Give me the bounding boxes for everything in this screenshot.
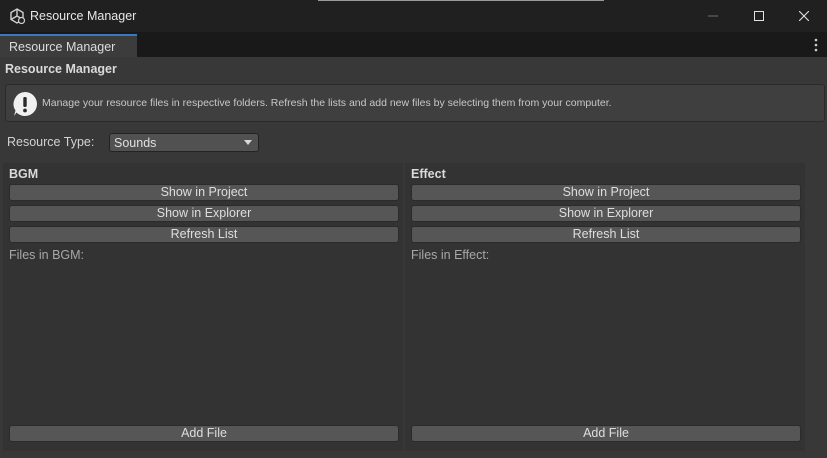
- bgm-panel: BGM Show in Project Show in Explorer Ref…: [3, 163, 403, 451]
- title-bar-divider: [318, 0, 604, 1]
- minimize-icon: [708, 15, 718, 17]
- title-bar: Resource Manager: [0, 0, 827, 32]
- maximize-button[interactable]: [736, 0, 782, 32]
- tab-resource-manager[interactable]: Resource Manager: [0, 34, 137, 57]
- tab-label: Resource Manager: [9, 40, 116, 54]
- help-message: Manage your resource files in respective…: [42, 97, 612, 109]
- window-title: Resource Manager: [30, 9, 137, 23]
- show-in-project-button[interactable]: Show in Project: [9, 184, 399, 201]
- show-in-explorer-button[interactable]: Show in Explorer: [411, 205, 801, 222]
- panel-title: Effect: [411, 167, 446, 181]
- panel-title: BGM: [9, 167, 39, 181]
- effect-panel: Effect Show in Project Show in Explorer …: [405, 163, 805, 451]
- dropdown-arrow-icon: [244, 140, 252, 145]
- unity-logo-icon: [10, 8, 25, 24]
- files-label: Files in BGM:: [9, 248, 85, 262]
- close-button[interactable]: [781, 0, 827, 32]
- resource-type-value: Sounds: [114, 136, 157, 150]
- tab-strip: Resource Manager: [0, 32, 827, 57]
- maximize-icon: [754, 11, 764, 21]
- show-in-project-button[interactable]: Show in Project: [411, 184, 801, 201]
- resource-type-label: Resource Type:: [7, 135, 95, 149]
- kebab-menu-icon[interactable]: [811, 36, 821, 54]
- help-box: Manage your resource files in respective…: [5, 84, 825, 122]
- close-icon: [799, 11, 809, 21]
- page-title: Resource Manager: [5, 62, 117, 76]
- editor-window-content: Resource Manager Manage your resource fi…: [0, 57, 827, 458]
- add-file-button[interactable]: Add File: [411, 425, 801, 442]
- info-icon: [13, 92, 37, 116]
- files-label: Files in Effect:: [411, 248, 490, 262]
- refresh-list-button[interactable]: Refresh List: [9, 226, 399, 243]
- refresh-list-button[interactable]: Refresh List: [411, 226, 801, 243]
- resource-type-dropdown[interactable]: Sounds: [109, 133, 259, 152]
- add-file-button[interactable]: Add File: [9, 425, 399, 442]
- minimize-button[interactable]: [690, 0, 736, 32]
- show-in-explorer-button[interactable]: Show in Explorer: [9, 205, 399, 222]
